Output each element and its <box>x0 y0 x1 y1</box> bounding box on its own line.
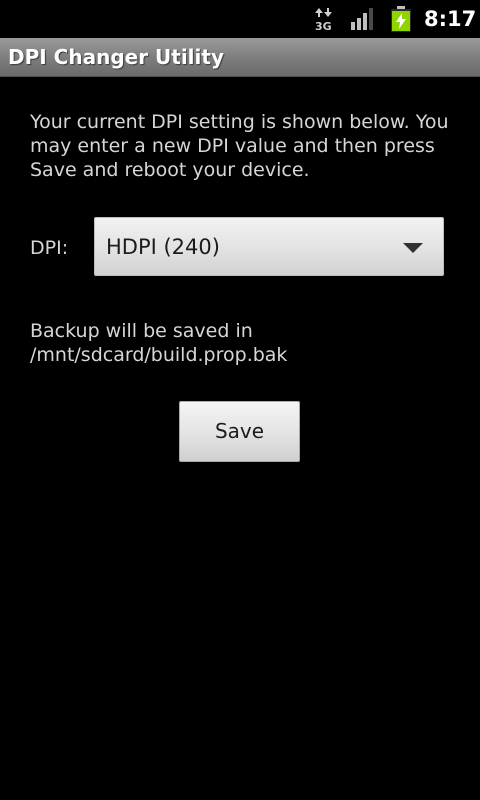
3g-data-icon: 3G <box>315 8 332 31</box>
intro-text: Your current DPI setting is shown below.… <box>30 111 449 181</box>
status-time: 8:17 <box>424 7 477 31</box>
status-bar: 3G 8:17 <box>0 0 480 38</box>
save-button-label: Save <box>214 419 265 443</box>
dpi-label: DPI: <box>30 237 69 259</box>
signal-strength-icon <box>351 8 373 30</box>
save-button[interactable]: Save <box>179 401 300 462</box>
dpi-select-value: HDPI (240) <box>106 235 220 259</box>
dpi-select[interactable]: HDPI (240) <box>94 217 444 276</box>
battery-charging-icon <box>391 6 411 32</box>
chevron-down-icon <box>403 243 423 253</box>
app-title-bar: DPI Changer Utility <box>0 38 480 77</box>
app-title: DPI Changer Utility <box>8 45 224 69</box>
svg-text:3G: 3G <box>315 20 332 31</box>
backup-path-text: Backup will be saved in /mnt/sdcard/buil… <box>30 320 288 366</box>
